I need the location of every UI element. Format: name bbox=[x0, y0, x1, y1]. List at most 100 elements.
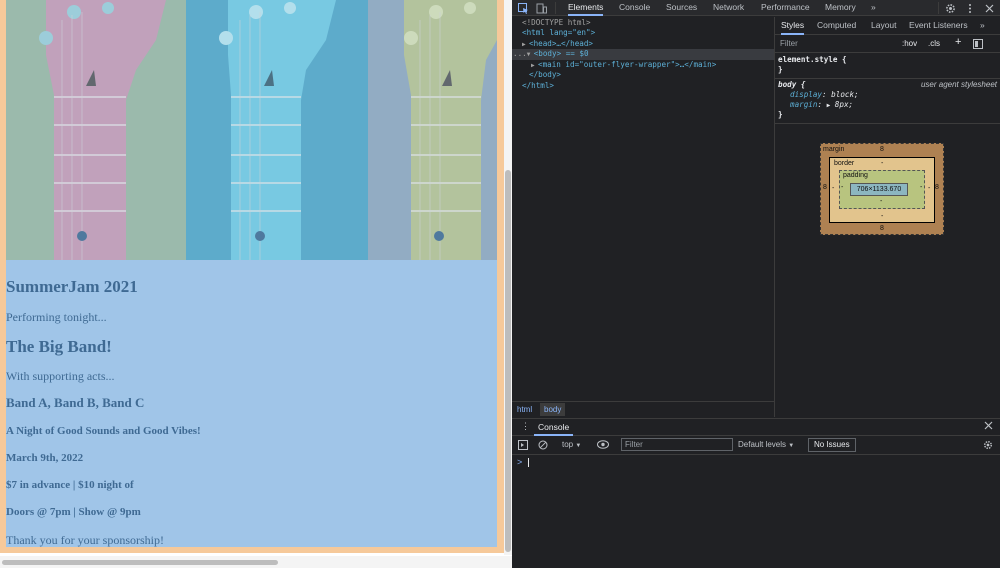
vertical-scroll-thumb[interactable] bbox=[505, 170, 511, 552]
expand-triangle-icon[interactable]: ▶ bbox=[827, 102, 831, 109]
tab-event-listeners[interactable]: Event Listeners bbox=[909, 17, 968, 35]
console-sidebar-icon[interactable] bbox=[518, 440, 528, 452]
margin-left-value[interactable]: 8 bbox=[823, 184, 827, 191]
tab-layout[interactable]: Layout bbox=[871, 17, 897, 35]
horizontal-scrollbar[interactable] bbox=[0, 556, 512, 568]
console-filter-input[interactable]: Filter bbox=[621, 438, 733, 451]
element-style-selector: element.style { bbox=[778, 55, 847, 64]
box-model-padding[interactable]: padding - - - 706×1133.670 bbox=[839, 170, 925, 209]
padding-right-value[interactable]: - bbox=[920, 184, 922, 191]
border-top-value[interactable]: - bbox=[881, 160, 883, 167]
padding-left-value[interactable]: - bbox=[841, 184, 843, 191]
new-rule-plus-icon[interactable]: + bbox=[955, 36, 961, 48]
tab-network[interactable]: Network bbox=[713, 0, 744, 16]
log-levels-value: Default levels bbox=[738, 440, 787, 449]
close-devtools-icon[interactable] bbox=[982, 1, 996, 15]
clear-console-icon[interactable] bbox=[538, 440, 548, 452]
show-times: Doors @ 7pm | Show @ 9pm bbox=[6, 506, 141, 518]
styles-filter-bar: Filter :hov .cls + bbox=[775, 36, 1000, 53]
breadcrumb-html[interactable]: html bbox=[517, 405, 532, 414]
padding-bottom-value[interactable]: - bbox=[880, 198, 882, 205]
styles-tabbar: Styles Computed Layout Event Listeners » bbox=[775, 17, 1000, 35]
margin-top-value[interactable]: 8 bbox=[880, 146, 884, 153]
more-tabs-icon[interactable]: » bbox=[871, 0, 876, 16]
console-output[interactable]: > bbox=[512, 455, 1000, 568]
margin-right-value[interactable]: 8 bbox=[935, 184, 939, 191]
rule-prop-margin[interactable]: margin: ▶ 8px; bbox=[778, 100, 853, 111]
tab-memory[interactable]: Memory bbox=[825, 0, 856, 16]
settings-gear-icon[interactable] bbox=[943, 1, 957, 15]
body-highlight: SummerJam 2021 Performing tonight... The… bbox=[6, 0, 497, 547]
cls-toggle[interactable]: .cls bbox=[928, 39, 940, 48]
supporting-bands: Band A, Band B, Band C bbox=[6, 395, 145, 410]
dom-tree[interactable]: <!DOCTYPE html> <html lang="en"> ▶ <head>… bbox=[512, 17, 774, 400]
console-caret[interactable] bbox=[528, 458, 529, 467]
guitar-headstocks-image bbox=[6, 0, 497, 260]
dom-head[interactable]: ▶ <head>…</head> bbox=[512, 39, 774, 50]
toolbar-divider bbox=[938, 2, 939, 14]
dom-body-selected[interactable]: ...▼ <body> == $0 bbox=[512, 49, 774, 60]
padding-label: padding bbox=[843, 172, 868, 179]
devtools-panel: Elements Console Sources Network Perform… bbox=[512, 0, 1000, 568]
stylesheet-source[interactable]: user agent stylesheet bbox=[921, 80, 997, 90]
prop-margin-name: margin bbox=[790, 100, 818, 109]
styles-filter-input[interactable]: Filter bbox=[780, 39, 798, 48]
dom-doctype[interactable]: <!DOCTYPE html> bbox=[512, 18, 774, 29]
breadcrumb-body[interactable]: body bbox=[540, 403, 566, 416]
tab-elements[interactable]: Elements bbox=[568, 0, 604, 16]
tab-performance[interactable]: Performance bbox=[761, 0, 810, 16]
live-expression-eye-icon[interactable] bbox=[597, 440, 609, 451]
prop-margin-value: 8px; bbox=[834, 100, 854, 109]
box-model-content[interactable]: 706×1133.670 bbox=[850, 183, 908, 196]
margin-bottom-value[interactable]: 8 bbox=[880, 225, 884, 232]
hov-toggle[interactable]: :hov bbox=[902, 39, 917, 48]
drawer-menu-icon[interactable]: ⋮ bbox=[521, 421, 530, 432]
dom-html-open[interactable]: <html lang="en"> bbox=[512, 28, 774, 39]
border-bottom-value[interactable]: - bbox=[881, 213, 883, 220]
dropdown-caret-icon: ▼ bbox=[788, 443, 795, 449]
rule-body-close: } bbox=[778, 110, 783, 120]
body-close-text: </body> bbox=[529, 70, 562, 79]
dom-main[interactable]: ▶ <main id="outer-flyer-wrapper">…</main> bbox=[512, 60, 774, 71]
vertical-scrollbar[interactable] bbox=[504, 0, 512, 555]
horizontal-scroll-thumb[interactable] bbox=[2, 560, 278, 565]
dom-body-close[interactable]: </body> bbox=[512, 70, 774, 81]
box-model-margin[interactable]: margin 8 8 8 8 border - - - - padding - … bbox=[820, 143, 944, 235]
dropdown-caret-icon: ▼ bbox=[575, 443, 582, 449]
close-drawer-icon[interactable] bbox=[984, 421, 993, 432]
inspect-element-icon[interactable] bbox=[516, 1, 530, 15]
issues-button[interactable]: No Issues bbox=[808, 438, 856, 452]
breadcrumb: html body bbox=[512, 401, 774, 417]
styles-more-icon[interactable]: » bbox=[980, 17, 985, 35]
kebab-menu-icon[interactable] bbox=[963, 1, 977, 15]
tagline: A Night of Good Sounds and Good Vibes! bbox=[6, 425, 201, 437]
border-left-value[interactable]: - bbox=[832, 185, 834, 192]
toggle-sidebar-icon[interactable] bbox=[973, 39, 983, 49]
page-viewport[interactable]: SummerJam 2021 Performing tonight... The… bbox=[0, 0, 512, 568]
context-value: top bbox=[562, 440, 574, 449]
rule-body: body {user agent stylesheet bbox=[778, 80, 999, 90]
toolbar-divider bbox=[555, 2, 556, 14]
prop-display-value: block; bbox=[831, 90, 859, 99]
log-levels-dropdown[interactable]: Default levels ▼ bbox=[738, 440, 794, 449]
html-open-text: <html lang="en"> bbox=[522, 28, 596, 37]
console-settings-gear-icon[interactable] bbox=[983, 440, 993, 452]
rule-divider bbox=[775, 123, 1000, 124]
tab-styles[interactable]: Styles bbox=[781, 17, 805, 35]
dom-html-close[interactable]: </html> bbox=[512, 81, 774, 92]
rule-element-style: element.style { bbox=[778, 55, 847, 65]
border-label: border bbox=[834, 160, 855, 167]
margin-label: margin bbox=[823, 146, 845, 153]
context-selector[interactable]: top ▼ bbox=[562, 440, 581, 449]
sponsor-thanks: Thank you for your sponsorship! bbox=[6, 533, 164, 547]
event-title: SummerJam 2021 bbox=[6, 277, 138, 296]
rule-prop-display[interactable]: display: block; bbox=[778, 90, 859, 100]
drawer-tab-console[interactable]: Console bbox=[534, 419, 574, 436]
tab-sources[interactable]: Sources bbox=[666, 0, 697, 16]
ellipsis-text: ... bbox=[513, 49, 527, 58]
tab-computed[interactable]: Computed bbox=[817, 17, 856, 35]
border-right-value[interactable]: - bbox=[928, 185, 930, 192]
device-toolbar-icon[interactable] bbox=[534, 1, 548, 15]
box-model-border[interactable]: border - - - - padding - - - 706×1133.67… bbox=[829, 157, 935, 223]
tab-console[interactable]: Console bbox=[619, 0, 650, 16]
